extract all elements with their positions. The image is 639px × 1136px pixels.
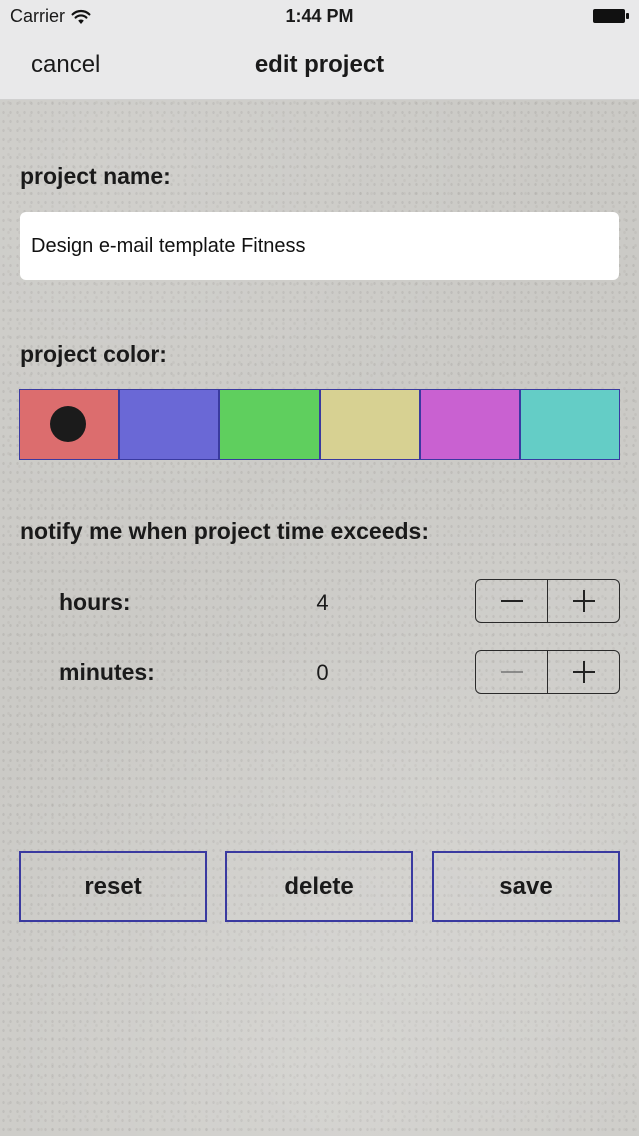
color-swatch-green[interactable]	[220, 390, 321, 459]
color-swatch-red[interactable]	[20, 390, 121, 459]
hours-label: hours:	[59, 589, 131, 615]
hours-value: 4	[316, 590, 329, 615]
color-swatch-blue[interactable]	[120, 390, 221, 459]
project-name-input[interactable]	[20, 212, 619, 280]
minutes-increment-button[interactable]	[547, 651, 619, 693]
color-swatch-yellow[interactable]	[320, 390, 421, 459]
minutes-stepper	[475, 650, 620, 694]
color-picker	[19, 389, 620, 460]
delete-button[interactable]: delete	[225, 851, 413, 922]
notify-label: notify me when project time exceeds:	[20, 518, 430, 544]
battery-icon	[593, 9, 629, 23]
hours-increment-button[interactable]	[547, 580, 619, 622]
minutes-decrement-button[interactable]	[476, 651, 547, 693]
minutes-label: minutes:	[59, 659, 155, 685]
color-swatch-teal[interactable]	[520, 390, 620, 459]
reset-button[interactable]: reset	[19, 851, 207, 922]
status-time: 1:44 PM	[285, 6, 354, 26]
nav-bar: cancel edit project	[0, 34, 639, 98]
status-bar: Carrier 1:44 PM	[0, 0, 639, 34]
minutes-value: 0	[316, 660, 329, 685]
save-button[interactable]: save	[432, 851, 620, 922]
project-color-label: project color:	[20, 341, 167, 367]
project-name-label: project name:	[20, 163, 171, 189]
selected-indicator	[50, 405, 87, 442]
minus-icon	[500, 671, 523, 673]
color-swatch-magenta[interactable]	[420, 390, 521, 459]
page-title: edit project	[254, 51, 385, 78]
hours-stepper	[475, 579, 620, 623]
hours-decrement-button[interactable]	[476, 580, 547, 622]
minus-icon	[500, 600, 523, 602]
plus-icon	[572, 661, 595, 683]
top-bar: Carrier 1:44 PM cancel edit project	[0, 0, 639, 100]
plus-icon	[572, 590, 595, 612]
